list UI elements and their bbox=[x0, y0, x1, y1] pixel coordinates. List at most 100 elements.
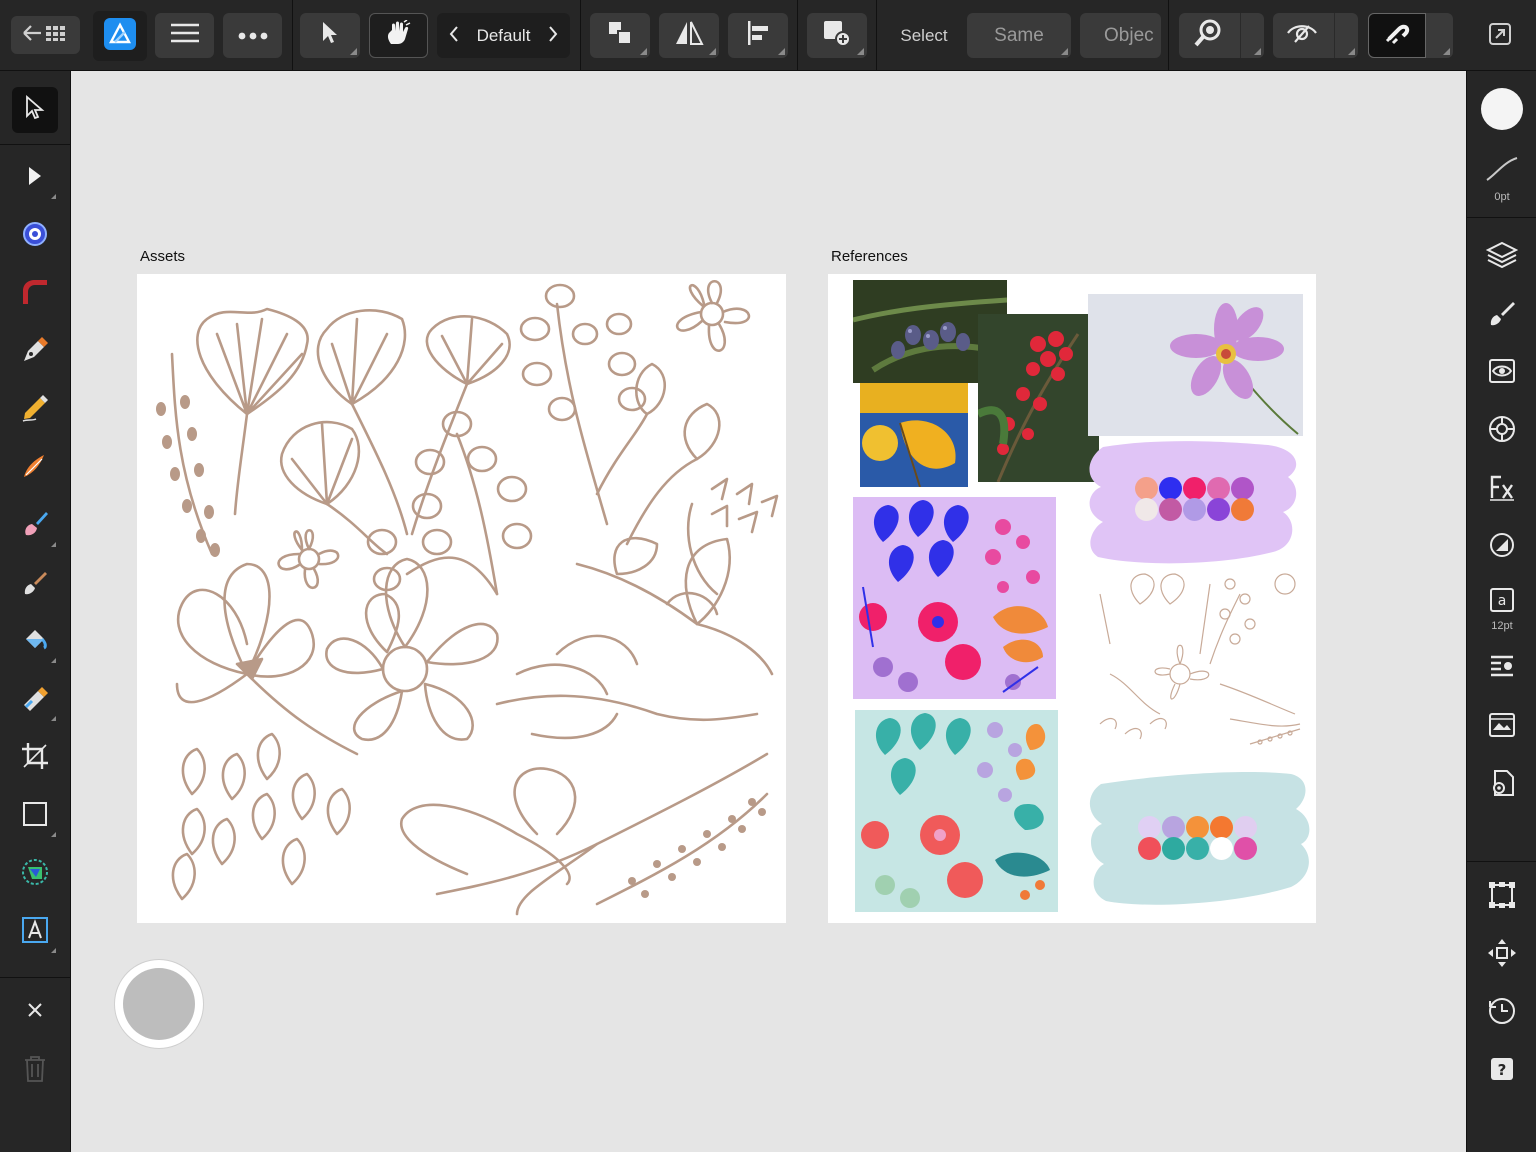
gesture-hand-icon bbox=[385, 19, 413, 51]
teal-palette-row-1 bbox=[1138, 816, 1258, 839]
move-arrows-icon bbox=[1486, 937, 1518, 974]
transform-icon bbox=[1487, 880, 1517, 915]
move-tool[interactable] bbox=[12, 87, 58, 133]
menu-button[interactable] bbox=[155, 13, 214, 58]
snapping-button[interactable] bbox=[1368, 13, 1453, 58]
assets-studio-button[interactable] bbox=[1478, 703, 1526, 751]
delete-button[interactable] bbox=[12, 1048, 58, 1094]
insert-button[interactable] bbox=[807, 13, 867, 58]
svg-text:?: ? bbox=[1498, 1061, 1507, 1079]
snapping-toggle[interactable] bbox=[1368, 13, 1426, 58]
vector-brush-tool[interactable] bbox=[12, 445, 58, 491]
transparency-tool[interactable] bbox=[12, 677, 58, 723]
text-studio-button[interactable]: a 12pt bbox=[1478, 579, 1526, 639]
transform-studio-button[interactable] bbox=[1478, 873, 1526, 921]
artistic-text-tool[interactable] bbox=[12, 909, 58, 955]
export-persona-icon bbox=[1488, 22, 1512, 51]
zoom-button[interactable] bbox=[1179, 13, 1264, 58]
rectangle-tool[interactable] bbox=[12, 793, 58, 839]
pen-tool[interactable] bbox=[12, 329, 58, 375]
stroke-button[interactable]: 0pt bbox=[1478, 147, 1526, 209]
fill-tool[interactable] bbox=[12, 619, 58, 665]
red-berries-photo[interactable] bbox=[978, 314, 1099, 482]
gesture-mode-button[interactable] bbox=[369, 13, 428, 58]
palette-color-dot bbox=[1159, 477, 1182, 500]
line-art-thumbnail[interactable] bbox=[1090, 564, 1305, 759]
text-styles-studio-button[interactable] bbox=[1478, 645, 1526, 693]
align-icon bbox=[746, 20, 770, 51]
fill-brush-tool[interactable] bbox=[12, 503, 58, 549]
document-settings-button[interactable] bbox=[1478, 761, 1526, 809]
styles-studio-button[interactable] bbox=[1478, 523, 1526, 571]
purple-floral-pattern[interactable] bbox=[853, 497, 1056, 699]
flip-button[interactable] bbox=[659, 13, 719, 58]
style-preset-selector[interactable]: Default bbox=[437, 13, 570, 58]
stroke-curve-icon bbox=[1484, 154, 1520, 189]
ginkgo-leaf-photo[interactable] bbox=[860, 383, 968, 487]
navigator-studio-button[interactable] bbox=[1478, 931, 1526, 979]
fill-color-button[interactable] bbox=[1478, 85, 1526, 133]
view-mode-button[interactable] bbox=[1273, 13, 1358, 58]
arrange-icon bbox=[607, 20, 633, 51]
text-size-label: 12pt bbox=[1491, 619, 1513, 632]
align-button[interactable] bbox=[728, 13, 788, 58]
teal-floral-pattern[interactable] bbox=[855, 710, 1058, 912]
help-button[interactable]: ? bbox=[1478, 1047, 1526, 1095]
quick-modifier-button[interactable] bbox=[115, 960, 203, 1048]
node-tool[interactable] bbox=[12, 155, 58, 201]
pixel-brush-tool[interactable] bbox=[12, 561, 58, 607]
view-mode-icon bbox=[1286, 22, 1318, 49]
brushes-studio-button[interactable] bbox=[1478, 291, 1526, 339]
style-preset-label: Default bbox=[476, 25, 531, 45]
fill-color-swatch bbox=[1481, 88, 1523, 130]
color-studio-button[interactable] bbox=[1478, 407, 1526, 455]
layers-studio-button[interactable] bbox=[1478, 233, 1526, 281]
pencil-icon bbox=[20, 393, 50, 428]
persona-designer-button[interactable] bbox=[93, 11, 147, 61]
pencil-tool[interactable] bbox=[12, 387, 58, 433]
corner-tool[interactable] bbox=[12, 213, 58, 259]
select-mode-button[interactable] bbox=[300, 13, 360, 58]
select-same-button[interactable]: Same bbox=[967, 13, 1071, 58]
more-button[interactable] bbox=[223, 13, 282, 58]
fx-icon bbox=[1487, 472, 1517, 507]
palette-color-dot bbox=[1183, 477, 1206, 500]
appearance-studio-button[interactable] bbox=[1478, 349, 1526, 397]
arrange-button[interactable] bbox=[590, 13, 650, 58]
move-arrow-icon bbox=[24, 94, 46, 126]
teal-palette-swatch[interactable] bbox=[1086, 769, 1316, 911]
paint-bucket-icon bbox=[20, 625, 50, 660]
chevron-right-icon[interactable] bbox=[548, 25, 558, 48]
export-persona-button[interactable] bbox=[1478, 14, 1522, 58]
studio-panel: 0pt a 12pt ? bbox=[1466, 71, 1536, 1152]
references-artboard[interactable] bbox=[828, 274, 1316, 923]
contour-tool[interactable] bbox=[12, 271, 58, 317]
floral-line-art[interactable] bbox=[137, 274, 786, 923]
palette-color-dot bbox=[1138, 816, 1161, 839]
select-object-button[interactable]: Objec bbox=[1080, 13, 1161, 58]
cosmos-flower-photo[interactable] bbox=[1088, 294, 1303, 436]
back-to-gallery-button[interactable] bbox=[11, 16, 80, 54]
history-studio-button[interactable] bbox=[1478, 989, 1526, 1037]
select-label: Select bbox=[900, 25, 948, 45]
effects-studio-button[interactable] bbox=[1478, 465, 1526, 513]
contour-tool-icon bbox=[20, 277, 50, 312]
palette-color-dot bbox=[1186, 816, 1209, 839]
chevron-left-icon[interactable] bbox=[449, 25, 459, 48]
node-arrow-icon bbox=[26, 165, 44, 192]
palette-color-dot bbox=[1162, 837, 1185, 860]
palette-color-dot bbox=[1207, 498, 1230, 521]
trash-icon bbox=[23, 1055, 47, 1088]
select-same-label: Same bbox=[994, 24, 1044, 46]
assets-artboard-label: Assets bbox=[140, 248, 186, 265]
top-toolbar: Default Select Same Objec bbox=[0, 0, 1536, 71]
canvas[interactable]: Assets References bbox=[71, 71, 1465, 1152]
close-button[interactable] bbox=[12, 989, 58, 1035]
crop-tool[interactable] bbox=[12, 735, 58, 781]
assets-artboard[interactable] bbox=[137, 274, 786, 923]
crop-icon bbox=[20, 741, 50, 776]
place-image-tool[interactable] bbox=[12, 851, 58, 897]
palette-color-dot bbox=[1210, 816, 1233, 839]
hamburger-menu-icon bbox=[170, 22, 200, 49]
purple-palette-swatch[interactable] bbox=[1083, 437, 1305, 565]
